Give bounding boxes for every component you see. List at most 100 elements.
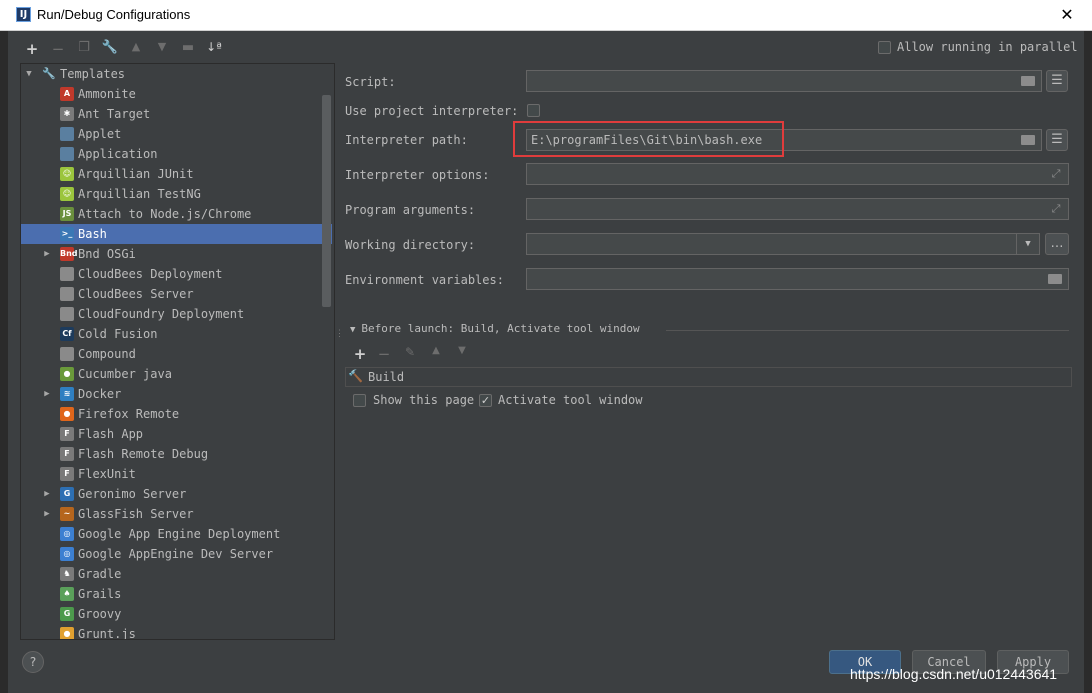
remove-icon[interactable]: − <box>48 40 68 60</box>
config-toolbar: + − ❐ 🔧 ▲ ▼ ▬ ↓ª <box>20 40 240 62</box>
tree-item[interactable]: ✱ Ant Target <box>21 104 332 124</box>
interpreter-menu-button[interactable]: ☰ <box>1046 129 1068 151</box>
tree-item[interactable]: ◎ Google App Engine Deployment <box>21 524 332 544</box>
tree-item-label: Templates <box>60 67 126 81</box>
tree-item[interactable]: ♞ Gradle <box>21 564 332 584</box>
expand-arrow-icon[interactable]: ▶ <box>42 504 52 524</box>
folder-icon[interactable]: ▬ <box>178 40 198 60</box>
tree-scrollbar[interactable] <box>322 95 331 307</box>
use-project-interpreter-checkbox[interactable] <box>527 104 540 117</box>
tree-item[interactable]: CloudBees Deployment <box>21 264 332 284</box>
before-launch-list[interactable]: 🔨 Build <box>345 367 1072 387</box>
tree-item-label: Compound <box>78 347 136 361</box>
folder-icon[interactable] <box>1048 274 1062 284</box>
sort-icon[interactable]: ↓ª <box>204 40 224 60</box>
tree-item[interactable]: A Ammonite <box>21 84 332 104</box>
move-down-icon[interactable]: ▼ <box>452 345 472 365</box>
tree-item[interactable]: ◎ Google AppEngine Dev Server <box>21 544 332 564</box>
allow-parallel-checkbox[interactable] <box>878 41 891 54</box>
tree-item-label: Bash <box>78 227 107 241</box>
coldfusion-icon: Cf <box>60 327 74 341</box>
move-up-icon[interactable]: ▲ <box>426 345 446 365</box>
tree-item-label: GlassFish Server <box>78 507 194 521</box>
config-tree[interactable]: ▼ 🔧 Templates A Ammonite ✱ Ant Target Applet… <box>20 63 335 640</box>
tree-item[interactable]: Applet <box>21 124 332 144</box>
tree-item[interactable]: ☺ Arquillian TestNG <box>21 184 332 204</box>
tree-item-label: CloudBees Server <box>78 287 194 301</box>
tree-item[interactable]: ▶ Bnd Bnd OSGi <box>21 244 332 264</box>
program-arguments-field[interactable]: ⤢ <box>526 198 1069 220</box>
left-edge <box>0 30 8 693</box>
expand-arrow-icon[interactable]: ▶ <box>42 484 52 504</box>
expand-icon[interactable]: ⤢ <box>1050 203 1062 215</box>
tree-item-label: CloudBees Deployment <box>78 267 223 281</box>
tree-item[interactable]: F Flash App <box>21 424 332 444</box>
chevron-down-icon[interactable]: ▼ <box>1016 234 1039 254</box>
script-menu-button[interactable]: ☰ <box>1046 70 1068 92</box>
help-button[interactable]: ? <box>22 651 44 673</box>
folder-icon[interactable] <box>1021 76 1035 86</box>
folder-icon[interactable] <box>1021 135 1035 145</box>
tree-item[interactable]: CloudBees Server <box>21 284 332 304</box>
move-down-icon[interactable]: ▼ <box>152 40 172 60</box>
wrench-icon[interactable]: 🔧 <box>100 40 120 60</box>
environment-variables-field[interactable] <box>526 268 1069 290</box>
tree-item-label: Application <box>78 147 158 161</box>
tree-item-label: Attach to Node.js/Chrome <box>78 207 252 221</box>
expand-arrow-icon[interactable]: ▼ <box>24 64 34 84</box>
interpreter-path-label: Interpreter path: <box>345 133 468 147</box>
tree-item[interactable]: ☺ Arquillian JUnit <box>21 164 332 184</box>
tree-item[interactable]: Compound <box>21 344 332 364</box>
before-launch-header[interactable]: ▼ Before launch: Build, Activate tool win… <box>350 322 640 335</box>
tree-item[interactable]: ▶ ≋ Docker <box>21 384 332 404</box>
tree-item[interactable]: ● Firefox Remote <box>21 404 332 424</box>
tree-item[interactable]: JS Attach to Node.js/Chrome <box>21 204 332 224</box>
add-icon[interactable]: + <box>22 40 42 60</box>
tree-item[interactable]: F FlexUnit <box>21 464 332 484</box>
splitter-handle[interactable]: ⋮ <box>335 330 344 346</box>
tree-item-label: Applet <box>78 127 122 141</box>
edit-icon[interactable]: ✎ <box>400 345 420 365</box>
title-bar[interactable]: IJ Run/Debug Configurations ✕ <box>0 0 1092 31</box>
tree-item[interactable]: Application <box>21 144 332 164</box>
tree-item-label: Google App Engine Deployment <box>78 527 281 541</box>
tree-item[interactable]: CloudFoundry Deployment <box>21 304 332 324</box>
folder-icon <box>60 347 74 361</box>
tree-item-label: Firefox Remote <box>78 407 180 421</box>
grunt-icon: ● <box>60 627 74 639</box>
script-field[interactable] <box>526 70 1042 92</box>
interpreter-options-field[interactable]: ⤢ <box>526 163 1069 185</box>
tree-item[interactable]: G Groovy <box>21 604 332 624</box>
tree-root-templates[interactable]: ▼ 🔧 Templates <box>21 64 332 84</box>
tree-item[interactable]: ● Cucumber java <box>21 364 332 384</box>
cloud-icon <box>60 287 74 301</box>
collapse-arrow-icon[interactable]: ▼ <box>350 325 355 335</box>
add-icon[interactable]: + <box>350 345 370 365</box>
expand-arrow-icon[interactable]: ▶ <box>42 244 52 264</box>
tree-item-label: Google AppEngine Dev Server <box>78 547 274 561</box>
before-launch-item[interactable]: Build <box>368 370 404 384</box>
activate-tool-window-checkbox[interactable]: ✓ <box>479 394 492 407</box>
appengine-icon: ◎ <box>60 547 74 561</box>
copy-icon[interactable]: ❐ <box>74 40 94 60</box>
tree-item[interactable]: F Flash Remote Debug <box>21 444 332 464</box>
browse-button[interactable]: … <box>1045 233 1069 255</box>
tree-item-label: Flash App <box>78 427 144 441</box>
tree-item[interactable]: Cf Cold Fusion <box>21 324 332 344</box>
close-button[interactable]: ✕ <box>1056 4 1078 26</box>
tree-item[interactable]: >_ Bash <box>21 224 332 244</box>
tree-item[interactable]: ● Grunt.js <box>21 624 332 639</box>
tree-item[interactable]: ♠ Grails <box>21 584 332 604</box>
activate-tool-window-label: Activate tool window <box>498 393 643 407</box>
expand-icon[interactable]: ⤢ <box>1050 168 1062 180</box>
working-directory-field[interactable]: ▼ <box>526 233 1040 255</box>
move-up-icon[interactable]: ▲ <box>126 40 146 60</box>
show-this-page-checkbox[interactable] <box>353 394 366 407</box>
expand-arrow-icon[interactable]: ▶ <box>42 384 52 404</box>
cloud-icon <box>60 307 74 321</box>
tree-item[interactable]: ▶ ~ GlassFish Server <box>21 504 332 524</box>
remove-icon[interactable]: − <box>374 345 394 365</box>
tree-item-label: Cucumber java <box>78 367 172 381</box>
working-directory-label: Working directory: <box>345 238 476 252</box>
tree-item[interactable]: ▶ G Geronimo Server <box>21 484 332 504</box>
